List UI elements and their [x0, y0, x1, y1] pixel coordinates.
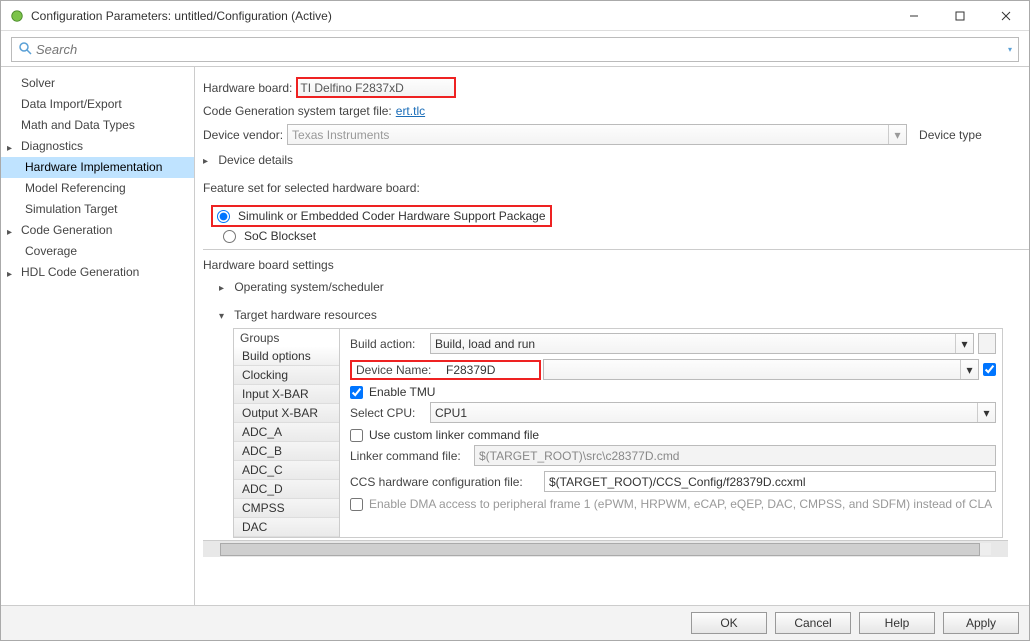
- group-adc-d[interactable]: ADC_D: [234, 480, 339, 499]
- device-vendor-label: Device vendor:: [203, 128, 283, 142]
- feature-radio-hsp[interactable]: [217, 210, 230, 223]
- hardware-board-label: Hardware board:: [203, 81, 292, 95]
- sidebar: Solver Data Import/Export Math and Data …: [1, 67, 195, 605]
- group-input-xbar[interactable]: Input X-BAR: [234, 385, 339, 404]
- help-button[interactable]: Help: [859, 612, 935, 634]
- horizontal-scrollbar[interactable]: [203, 540, 1008, 557]
- footer: OK Cancel Help Apply: [1, 605, 1029, 640]
- ok-button[interactable]: OK: [691, 612, 767, 634]
- apply-button[interactable]: Apply: [943, 612, 1019, 634]
- chevron-down-icon: ▾: [960, 360, 978, 379]
- device-name-value: F28379D: [444, 363, 535, 377]
- titlebar: Configuration Parameters: untitled/Confi…: [1, 1, 1029, 31]
- group-adc-b[interactable]: ADC_B: [234, 442, 339, 461]
- search-menu-icon[interactable]: ▾: [1008, 45, 1012, 54]
- feature-radio-soc-label: SoC Blockset: [244, 229, 316, 243]
- sidebar-item-coverage[interactable]: Coverage: [1, 241, 194, 262]
- feature-set-label: Feature set for selected hardware board:: [203, 181, 1029, 195]
- sidebar-item-model-referencing[interactable]: Model Referencing: [1, 178, 194, 199]
- group-dac[interactable]: DAC: [234, 518, 339, 537]
- chevron-down-icon: ▾: [955, 334, 973, 353]
- sidebar-item-data-import-export[interactable]: Data Import/Export: [1, 94, 194, 115]
- ccs-config-field[interactable]: $(TARGET_ROOT)/CCS_Config/f28379D.ccxml: [544, 471, 996, 492]
- sidebar-item-code-generation[interactable]: ▸Code Generation: [1, 220, 194, 241]
- device-vendor-dropdown[interactable]: Texas Instruments ▾: [287, 124, 907, 145]
- linker-cmd-field: $(TARGET_ROOT)\src\c28377D.cmd: [474, 445, 996, 466]
- chevron-down-icon: ▾: [888, 125, 906, 144]
- sidebar-item-solver[interactable]: Solver: [1, 73, 194, 94]
- os-scheduler-toggle[interactable]: ▸ Operating system/scheduler: [219, 280, 1029, 294]
- enable-dma-checkbox[interactable]: [350, 498, 363, 511]
- device-name-label: Device Name:: [356, 363, 440, 377]
- app-icon: [9, 8, 25, 24]
- codegen-target-link[interactable]: ert.tlc: [396, 104, 425, 118]
- window-title: Configuration Parameters: untitled/Confi…: [31, 9, 332, 23]
- build-action-dropdown[interactable]: Build, load and run ▾: [430, 333, 974, 354]
- sidebar-item-hardware-implementation[interactable]: Hardware Implementation: [1, 157, 194, 178]
- enable-tmu-label: Enable TMU: [369, 385, 435, 399]
- groups-header: Groups: [234, 329, 339, 347]
- group-output-xbar[interactable]: Output X-BAR: [234, 404, 339, 423]
- group-adc-c[interactable]: ADC_C: [234, 461, 339, 480]
- groups-body: Build action: Build, load and run ▾ Devi…: [340, 329, 1002, 537]
- select-cpu-label: Select CPU:: [350, 406, 426, 420]
- search-icon: [18, 41, 32, 58]
- close-button[interactable]: [983, 1, 1029, 31]
- maximize-button[interactable]: [937, 1, 983, 31]
- chevron-down-icon: ▾: [977, 403, 995, 422]
- collapse-icon: ▾: [219, 311, 231, 322]
- linker-cmd-label: Linker command file:: [350, 449, 470, 463]
- select-cpu-dropdown[interactable]: CPU1 ▾: [430, 402, 996, 423]
- sidebar-item-simulation-target[interactable]: Simulation Target: [1, 199, 194, 220]
- expand-icon: ▸: [219, 283, 231, 294]
- content-panel: Hardware board: TI Delfino F2837xD Code …: [195, 67, 1029, 605]
- group-build-options[interactable]: Build options: [234, 347, 339, 366]
- group-adc-a[interactable]: ADC_A: [234, 423, 339, 442]
- search-row: ▾: [1, 31, 1029, 67]
- hardware-board-dropdown[interactable]: TI Delfino F2837xD: [296, 77, 456, 98]
- device-details-toggle[interactable]: ▸ Device details: [203, 153, 1029, 167]
- build-action-label: Build action:: [350, 337, 426, 351]
- sidebar-item-math-data-types[interactable]: Math and Data Types: [1, 115, 194, 136]
- hw-board-settings-label: Hardware board settings: [203, 258, 1029, 272]
- target-hw-resources-toggle[interactable]: ▾ Target hardware resources: [219, 308, 1029, 322]
- ccs-config-label: CCS hardware configuration file:: [350, 475, 540, 489]
- cancel-button[interactable]: Cancel: [775, 612, 851, 634]
- expand-icon[interactable]: ▸: [7, 266, 12, 283]
- device-name-dropdown[interactable]: ▾: [543, 359, 979, 380]
- expand-icon[interactable]: ▸: [7, 224, 12, 241]
- expand-icon: ▸: [203, 156, 215, 167]
- codegen-target-label: Code Generation system target file:: [203, 104, 392, 118]
- groups-list: Groups Build options Clocking Input X-BA…: [234, 329, 340, 537]
- build-action-extra-button[interactable]: [978, 333, 996, 354]
- search-box[interactable]: ▾: [11, 37, 1019, 62]
- feature-radio-soc[interactable]: [223, 230, 236, 243]
- enable-tmu-checkbox[interactable]: [350, 386, 363, 399]
- enable-dma-label: Enable DMA access to peripheral frame 1 …: [369, 497, 992, 511]
- device-name-checkbox[interactable]: [983, 363, 996, 376]
- device-type-label: Device type: [919, 128, 982, 142]
- sidebar-item-hdl-code-generation[interactable]: ▸HDL Code Generation: [1, 262, 194, 283]
- use-custom-linker-checkbox[interactable]: [350, 429, 363, 442]
- feature-radio-hsp-label: Simulink or Embedded Coder Hardware Supp…: [238, 209, 546, 223]
- use-custom-linker-label: Use custom linker command file: [369, 428, 539, 442]
- groups-panel: Groups Build options Clocking Input X-BA…: [233, 328, 1003, 538]
- sidebar-item-diagnostics[interactable]: ▸Diagnostics: [1, 136, 194, 157]
- group-cmpss[interactable]: CMPSS: [234, 499, 339, 518]
- expand-icon[interactable]: ▸: [7, 140, 12, 157]
- minimize-button[interactable]: [891, 1, 937, 31]
- search-input[interactable]: [36, 42, 1008, 57]
- group-clocking[interactable]: Clocking: [234, 366, 339, 385]
